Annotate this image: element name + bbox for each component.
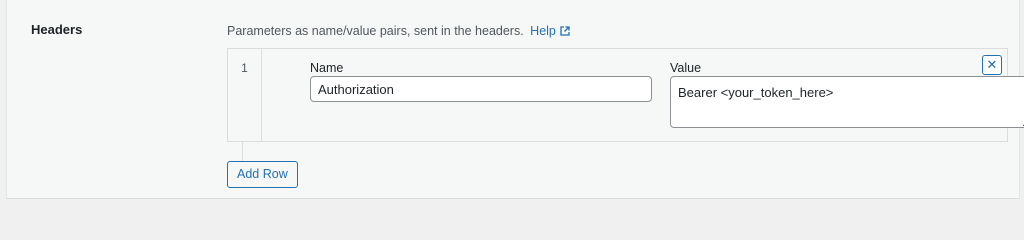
repeater-row: Name Value Bearer <your_token_here> ✕ [262,49,1024,141]
help-link-label: Help [530,24,556,38]
help-link[interactable]: Help [530,24,570,38]
field-description: Parameters as name/value pairs, sent in … [227,24,570,39]
header-name-input[interactable] [310,76,652,102]
headers-setting-panel: Headers Parameters as name/value pairs, … [6,0,1024,199]
value-column-label: Value [670,61,702,75]
description-text: Parameters as name/value pairs, sent in … [227,24,524,38]
field-label: Headers [31,22,83,37]
row-drag-handle[interactable]: 1 [228,49,262,141]
close-icon: ✕ [986,57,998,72]
remove-row-button[interactable]: ✕ [982,55,1002,75]
headers-repeater: 1 Name Value Bearer <your_token_here> ✕ [227,48,1024,142]
name-column-label: Name [310,61,344,75]
row-number: 1 [241,61,248,75]
row-connector-line [242,141,243,161]
external-link-icon [560,25,570,39]
add-row-button[interactable]: Add Row [227,161,298,188]
header-value-textarea[interactable]: Bearer <your_token_here> [670,76,1024,128]
